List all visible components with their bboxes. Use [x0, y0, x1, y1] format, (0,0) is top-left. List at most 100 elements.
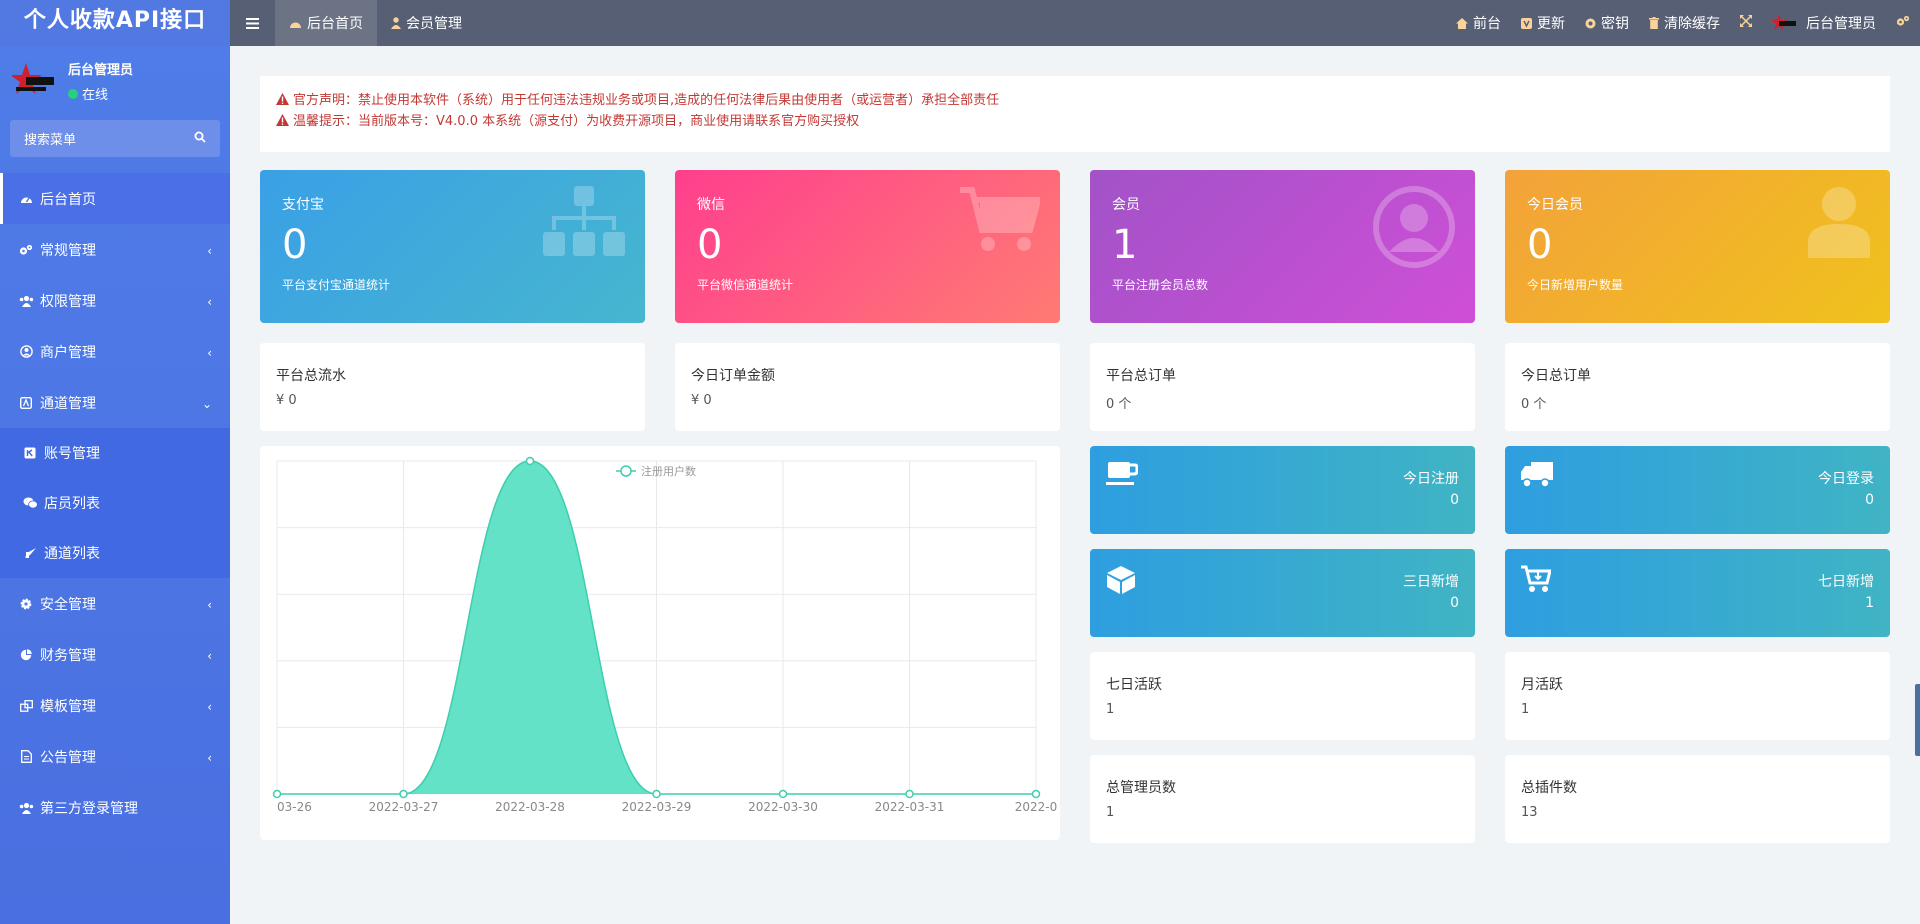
admin-menu[interactable]: 后台管理员 — [1762, 0, 1886, 46]
chart-x-tick-label: 2022-03-30 — [748, 800, 818, 814]
sidebar-item-permissions[interactable]: 权限管理 ‹ — [0, 275, 230, 326]
tab-dashboard[interactable]: 后台首页 — [275, 0, 377, 46]
chart-legend-label: 注册用户数 — [641, 464, 696, 478]
chart-point — [272, 789, 282, 799]
info-label: 平台总订单 — [1106, 368, 1176, 384]
sidebar-subitem-clerks[interactable]: 店员列表 — [0, 478, 230, 528]
sidebar-item-general[interactable]: 常规管理 ‹ — [0, 224, 230, 275]
sidebar-item-label: 财务管理 — [40, 647, 96, 664]
frontend-link[interactable]: 前台 — [1446, 0, 1511, 46]
sidebar-item-label: 公告管理 — [40, 749, 96, 766]
tab-label: 会员管理 — [406, 16, 462, 32]
truck-icon — [1521, 462, 1553, 492]
app-title[interactable]: 个人收款API接口 — [0, 0, 230, 46]
stat-subtitle: 平台支付宝通道统计 — [282, 278, 391, 292]
user-circle-icon — [1373, 186, 1455, 272]
info-label: 平台总流水 — [276, 368, 346, 384]
stat-card-wechat: 微信 0 平台微信通道统计 — [675, 170, 1060, 323]
sidebar-item-label: 常规管理 — [40, 242, 96, 259]
sidebar-subitem-accounts[interactable]: 账号管理 — [0, 428, 230, 478]
fullscreen-icon — [1740, 15, 1752, 31]
sidebar-item-label: 第三方登录管理 — [40, 800, 138, 817]
fighter-jet-icon — [22, 545, 38, 561]
update-button[interactable]: 更新 — [1511, 0, 1575, 46]
sidebar-item-announcements[interactable]: 公告管理 ‹ — [0, 731, 230, 782]
info-label: 七日活跃 — [1106, 677, 1162, 693]
chart-point — [525, 456, 535, 466]
sidebar-item-channels[interactable]: 通道管理 ⌄ — [0, 377, 230, 428]
trash-icon — [1649, 17, 1659, 29]
gear-icon — [18, 596, 34, 612]
sidebar-subitem-label: 店员列表 — [44, 496, 100, 512]
notice-line: 温馨提示：当前版本号：V4.0.0 本系统（源支付）为收费开源项目，商业使用请联… — [276, 111, 1874, 132]
cogs-icon — [18, 242, 34, 258]
small-card-three-day: 三日新增 0 — [1090, 549, 1475, 637]
key-button[interactable]: 密钥 — [1575, 0, 1639, 46]
update-icon — [1521, 17, 1532, 29]
stat-subtitle: 平台注册会员总数 — [1112, 278, 1209, 292]
chart-x-tick-label: 2022-03-28 — [495, 800, 565, 814]
fullscreen-button[interactable] — [1730, 0, 1762, 46]
group-icon — [18, 293, 34, 309]
menu-search[interactable]: 搜索菜单 — [10, 120, 220, 157]
info-value: 13 — [1521, 805, 1538, 820]
sidebar-item-dashboard[interactable]: 后台首页 — [0, 173, 230, 224]
sidebar-toggle-button[interactable] — [230, 0, 275, 46]
clear-cache-button[interactable]: 清除缓存 — [1639, 0, 1730, 46]
sidebar-menu-lower: 安全管理 ‹ 财务管理 ‹ 模板管理 ‹ 公告管理 ‹ 第三方登录管理 — [0, 578, 230, 833]
sidebar-item-merchants[interactable]: 商户管理 ‹ — [0, 326, 230, 377]
registration-chart-card: 03-26 2022-03-27 2022-03-28 2022-03-29 2022-… — [260, 446, 1060, 840]
side-drawer-handle[interactable] — [1915, 684, 1920, 756]
settings-button[interactable] — [1886, 0, 1920, 46]
chart-x-tick-label: 2022-0 — [1015, 800, 1058, 814]
user-panel: 后台管理员 在线 — [0, 46, 230, 116]
stat-subtitle: 平台微信通道统计 — [697, 278, 794, 292]
info-label: 总插件数 — [1521, 780, 1577, 796]
dashboard-icon — [18, 191, 34, 207]
info-value: 1 — [1521, 702, 1530, 717]
info-card-today-orders: 今日总订单 0 个 — [1505, 343, 1890, 431]
info-value: ¥ 0 — [691, 393, 712, 408]
sidebar-subitem-label: 通道列表 — [44, 546, 100, 562]
chevron-left-icon: ‹ — [207, 295, 212, 309]
stat-card-today-members: 今日会员 0 今日新增用户数量 — [1505, 170, 1890, 323]
tab-label: 后台首页 — [307, 16, 363, 32]
sidebar-item-security[interactable]: 安全管理 ‹ — [0, 578, 230, 629]
cart-arrow-icon — [1521, 565, 1552, 597]
sidebar-item-finance[interactable]: 财务管理 ‹ — [0, 629, 230, 680]
chevron-left-icon: ‹ — [207, 700, 212, 714]
channels-submenu: 账号管理 店员列表 通道列表 — [0, 428, 230, 578]
chevron-left-icon: ‹ — [207, 649, 212, 663]
sidebar-subitem-label: 账号管理 — [44, 446, 100, 462]
search-icon[interactable] — [194, 131, 206, 147]
sidebar: 个人收款API接口 后台管理员 在线 搜索菜单 后台首页 常规管理 ‹ 权限管理… — [0, 0, 230, 924]
stat-card-alipay: 支付宝 0 平台支付宝通道统计 — [260, 170, 645, 323]
key-label: 密钥 — [1601, 16, 1629, 32]
chart-point — [652, 789, 661, 799]
menu-search-input[interactable]: 搜索菜单 — [24, 129, 76, 148]
chart-x-tick-label: 2022-03-29 — [622, 800, 692, 814]
info-card-today-amount: 今日订单金额 ¥ 0 — [675, 343, 1060, 431]
notice-line: 官方声明：禁止使用本软件（系统）用于任何违法违规业务或项目,造成的任何法律后果由… — [276, 90, 1874, 111]
chevron-down-icon: ⌄ — [201, 397, 212, 411]
small-card-label: 今日注册 — [1403, 471, 1459, 487]
account-icon — [22, 445, 38, 461]
sidebar-item-templates[interactable]: 模板管理 ‹ — [0, 680, 230, 731]
sidebar-item-third-party-login[interactable]: 第三方登录管理 — [0, 782, 230, 833]
stat-card-members: 会员 1 平台注册会员总数 — [1090, 170, 1475, 323]
sidebar-subitem-channel-list[interactable]: 通道列表 — [0, 528, 230, 578]
info-label: 月活跃 — [1521, 677, 1563, 693]
notice-panel: 官方声明：禁止使用本软件（系统）用于任何违法违规业务或项目,造成的任何法律后果由… — [260, 76, 1890, 152]
tab-members[interactable]: 会员管理 — [377, 0, 476, 46]
file-icon — [18, 749, 34, 765]
admin-name: 后台管理员 — [1806, 16, 1876, 32]
chart-point — [1031, 789, 1041, 799]
info-card-plugin-count: 总插件数 13 — [1505, 755, 1890, 843]
small-card-label: 今日登录 — [1818, 471, 1874, 487]
topbar-right: 前台 更新 密钥 清除缓存 后台管理员 — [1446, 0, 1920, 46]
chart-point — [778, 789, 788, 799]
warning-icon — [276, 93, 289, 105]
info-card-admin-count: 总管理员数 1 — [1090, 755, 1475, 843]
user-icon — [1808, 186, 1870, 262]
small-card-seven-day: 七日新增 1 — [1505, 549, 1890, 637]
